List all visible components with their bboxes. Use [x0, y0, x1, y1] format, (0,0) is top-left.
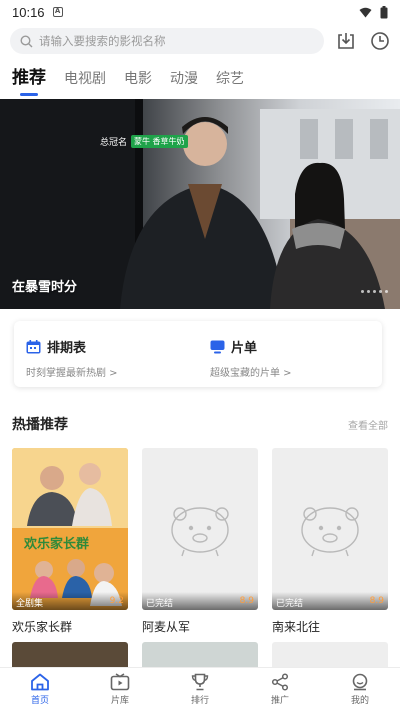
- placeholder-bear-icon: [171, 507, 229, 557]
- score-badge: 8.9: [369, 596, 384, 606]
- playlist-subtitle: 超级宝藏的片单 >: [210, 368, 292, 379]
- search-row: 请输入要搜索的影视名称: [10, 28, 392, 54]
- view-all-link[interactable]: 查看全部: [348, 417, 388, 432]
- show-title: 南来北往: [272, 620, 321, 634]
- search-input[interactable]: 请输入要搜索的影视名称: [10, 28, 324, 54]
- placeholder-bear-icon: [301, 507, 359, 557]
- nav-label: 推广: [270, 696, 289, 706]
- nav-label: 排行: [190, 696, 209, 706]
- tab-recommend[interactable]: 推荐: [12, 63, 46, 96]
- search-placeholder: 请输入要搜索的影视名称: [39, 34, 166, 48]
- show-poster: 欢乐家长群 全剧集 9.2: [12, 448, 128, 610]
- carousel-dot[interactable]: [361, 290, 364, 293]
- tab-variety[interactable]: 综艺: [216, 68, 244, 96]
- schedule-shortcut[interactable]: 排期表 时刻掌握最新热剧 >: [14, 321, 198, 387]
- nav-home[interactable]: 首页: [0, 668, 80, 711]
- schedule-title: 排期表: [47, 341, 87, 356]
- search-actions: [336, 31, 392, 51]
- calendar-icon: [26, 339, 41, 353]
- tab-tv[interactable]: 电视剧: [64, 68, 106, 96]
- notification-icon: A: [52, 7, 63, 17]
- hero-banner[interactable]: 总冠名 蒙牛 香草牛奶 在暴雪时分: [0, 99, 400, 309]
- trophy-icon: [191, 673, 209, 691]
- playlist-shortcut[interactable]: 片单 超级宝藏的片单 >: [198, 321, 382, 387]
- sponsor-badge: 总冠名 蒙牛 香草牛奶: [100, 135, 188, 148]
- nav-label: 我的: [350, 696, 369, 706]
- carousel-dot[interactable]: [385, 290, 388, 293]
- tab-anime[interactable]: 动漫: [170, 68, 198, 96]
- section-header: 热播推荐 查看全部: [12, 414, 388, 434]
- show-poster: 已完结 8.9: [272, 448, 388, 610]
- search-icon: [20, 34, 33, 47]
- sponsor-label: 总冠名: [100, 138, 128, 148]
- battery-icon: [380, 5, 388, 18]
- show-title: 阿麦从军: [142, 620, 191, 634]
- wifi-icon: [359, 7, 372, 17]
- show-card[interactable]: 欢乐家长群 全剧集 9.2 欢乐家长群: [12, 448, 128, 635]
- status-time: 10:16: [12, 4, 45, 20]
- nav-share[interactable]: 推广: [240, 668, 320, 711]
- show-card[interactable]: 已完结 8.9 阿麦从军: [142, 448, 258, 635]
- show-poster: 已完结 8.9: [142, 448, 258, 610]
- show-card[interactable]: 已完结 8.9 南来北往: [272, 448, 388, 635]
- nav-label: 首页: [30, 696, 49, 706]
- bottom-nav: 首页 片库 排行 推广 我的: [0, 667, 400, 711]
- nav-label: 片库: [110, 696, 129, 706]
- home-icon: [31, 673, 49, 691]
- sponsor-logo: 蒙牛 香草牛奶: [131, 135, 188, 148]
- banner-title: 在暴雪时分: [12, 280, 78, 295]
- share-icon: [271, 673, 289, 691]
- score-badge: 8.9: [239, 596, 254, 606]
- recommend-grid: 欢乐家长群 全剧集 9.2 欢乐家长群 已完结 8.9 阿麦从军 已完结 8.9…: [12, 448, 388, 635]
- episode-status: 已完结: [146, 599, 174, 609]
- episode-status: 全剧集: [16, 599, 44, 609]
- score-badge: 9.2: [109, 596, 124, 606]
- carousel-dot[interactable]: [373, 290, 376, 293]
- carousel-indicator: [361, 290, 388, 293]
- poster-image: 欢乐家长群: [12, 448, 128, 610]
- playlist-icon: [210, 340, 225, 353]
- playlist-title: 片单: [231, 341, 258, 356]
- nav-profile[interactable]: 我的: [320, 668, 400, 711]
- poster-overlay: 已完结 8.9: [142, 592, 258, 610]
- status-indicators: [359, 5, 388, 19]
- download-icon[interactable]: [336, 31, 356, 51]
- profile-icon: [352, 673, 368, 691]
- history-icon[interactable]: [370, 31, 390, 51]
- svg-text:欢乐家长群: 欢乐家长群: [23, 536, 89, 552]
- section-title: 热播推荐: [12, 417, 68, 433]
- poster-overlay: 全剧集 9.2: [12, 592, 128, 610]
- category-tabs: 推荐 电视剧 电影 动漫 综艺: [12, 64, 244, 96]
- episode-status: 已完结: [276, 599, 304, 609]
- carousel-dot[interactable]: [367, 290, 370, 293]
- shortcut-card: 排期表 时刻掌握最新热剧 > 片单 超级宝藏的片单 >: [14, 321, 382, 387]
- library-icon: [110, 673, 130, 691]
- nav-ranking[interactable]: 排行: [160, 668, 240, 711]
- schedule-subtitle: 时刻掌握最新热剧 >: [26, 368, 118, 379]
- tab-movie[interactable]: 电影: [124, 68, 152, 96]
- nav-library[interactable]: 片库: [80, 668, 160, 711]
- carousel-dot[interactable]: [379, 290, 382, 293]
- poster-overlay: 已完结 8.9: [272, 592, 388, 610]
- status-bar: 10:16 A: [0, 0, 400, 24]
- show-title: 欢乐家长群: [12, 620, 73, 634]
